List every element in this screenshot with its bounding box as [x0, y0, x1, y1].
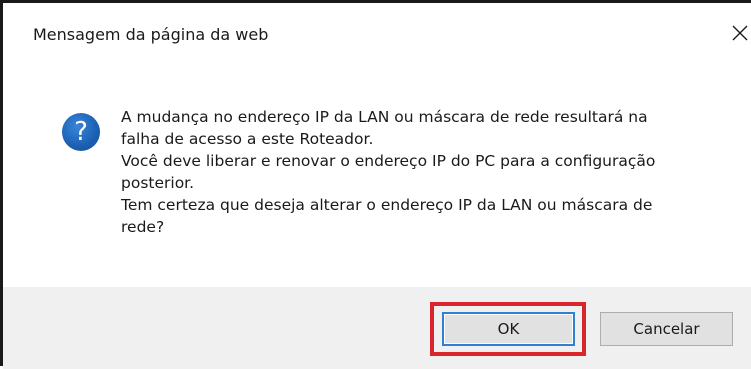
close-icon — [732, 25, 748, 41]
question-icon: ? — [62, 113, 100, 151]
message-line: Você deve liberar e renovar o endereço I… — [121, 152, 656, 170]
dialog-content: ? A mudança no endereço IP da LAN ou más… — [3, 63, 751, 287]
dialog-titlebar: Mensagem da página da web — [3, 3, 751, 63]
message-line: Tem certeza que deseja alterar o endereç… — [121, 196, 653, 214]
message-dialog: Mensagem da página da web ? A mudança no… — [0, 0, 751, 369]
message-line: posterior. — [121, 174, 195, 192]
dialog-message: A mudança no endereço IP da LAN ou másca… — [121, 106, 721, 238]
message-line: A mudança no endereço IP da LAN ou másca… — [121, 108, 648, 126]
message-line: rede? — [121, 218, 165, 236]
question-symbol: ? — [74, 116, 88, 147]
close-button[interactable] — [718, 15, 751, 51]
dialog-title: Mensagem da página da web — [33, 25, 269, 44]
message-line: falha de acesso a este Roteador. — [121, 130, 374, 148]
ok-button[interactable]: OK — [442, 312, 575, 346]
cancel-button[interactable]: Cancelar — [600, 312, 733, 346]
dialog-footer: OK Cancelar — [3, 287, 751, 369]
